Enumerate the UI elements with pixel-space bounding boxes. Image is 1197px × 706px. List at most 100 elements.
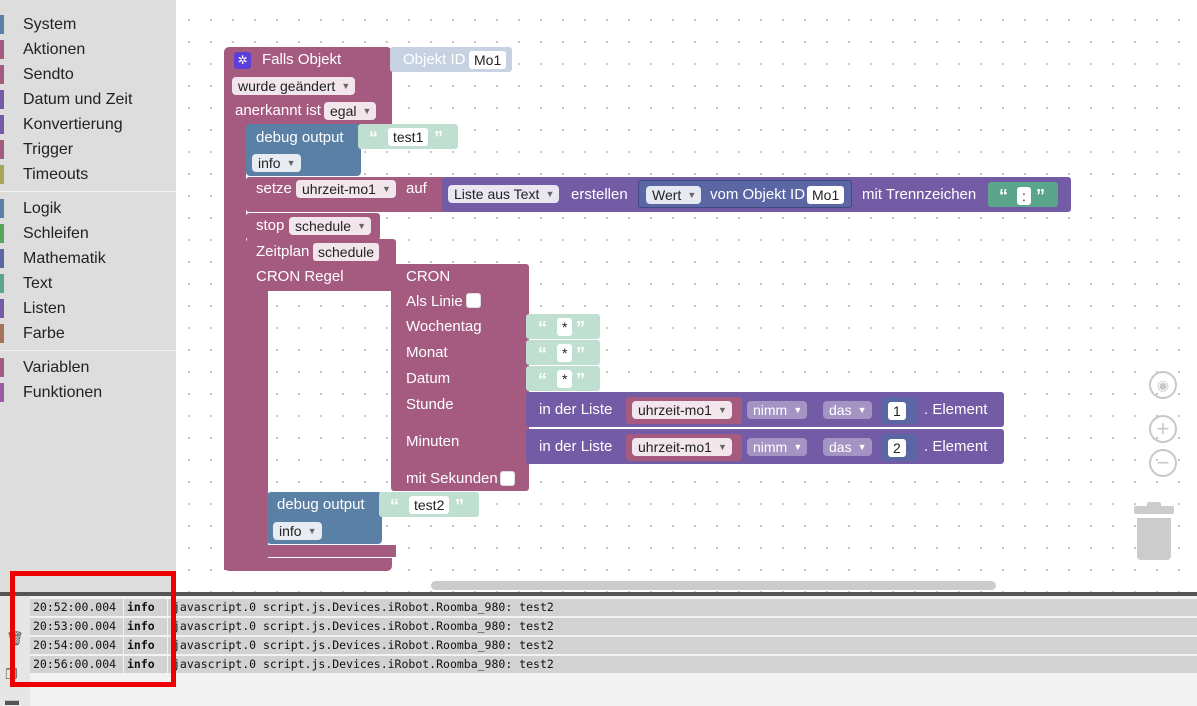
set-variable-dropdown[interactable]: uhrzeit-mo1 ▼ bbox=[296, 180, 396, 198]
ack-dropdown[interactable]: egal ▼ bbox=[324, 102, 377, 120]
toolbox-separator bbox=[0, 350, 176, 351]
list-var-dropdown-2[interactable]: uhrzeit-mo1 ▼ bbox=[632, 438, 732, 456]
toolbox-category[interactable]: Datum und Zeit bbox=[0, 87, 176, 112]
list-var-dropdown-1[interactable]: uhrzeit-mo1 ▼ bbox=[632, 401, 732, 419]
quote-open-icon: “ bbox=[538, 344, 547, 364]
toolbox-category[interactable]: Konvertierung bbox=[0, 112, 176, 137]
highlight-box bbox=[10, 571, 176, 687]
cron-rule-label: CRON Regel bbox=[256, 268, 344, 285]
quote-open-icon: “ bbox=[390, 496, 399, 516]
als-linie-label: Als Linie bbox=[406, 293, 463, 310]
quote-close-icon: ” bbox=[455, 496, 464, 516]
toolbox-category[interactable]: Logik bbox=[0, 196, 176, 221]
category-color-bar bbox=[0, 165, 4, 184]
mit-sekunden-checkbox[interactable] bbox=[500, 471, 515, 486]
category-label: Konvertierung bbox=[23, 116, 123, 133]
text-value-test1[interactable]: test1 bbox=[388, 128, 429, 146]
toolbox-category[interactable]: Mathematik bbox=[0, 246, 176, 271]
toolbox-category[interactable]: Text bbox=[0, 271, 176, 296]
debug-level-dropdown-1[interactable]: info ▼ bbox=[252, 154, 301, 172]
quote-open-icon: “ bbox=[999, 186, 1008, 206]
monat-value[interactable]: * bbox=[557, 344, 573, 362]
value-dropdown[interactable]: Wert ▼ bbox=[646, 186, 702, 204]
category-label: Funktionen bbox=[23, 384, 103, 401]
list-mode-dropdown-2[interactable]: nimm ▼ bbox=[747, 438, 808, 456]
trigger-block-spine bbox=[224, 120, 246, 570]
stunde-label: Stunde bbox=[406, 396, 454, 413]
category-label: Datum und Zeit bbox=[23, 91, 133, 108]
quote-close-icon: ” bbox=[576, 370, 585, 390]
horizontal-scrollbar[interactable] bbox=[431, 581, 996, 590]
category-color-bar bbox=[0, 274, 4, 293]
cron-title: CRON bbox=[406, 268, 451, 285]
stop-dropdown[interactable]: schedule ▼ bbox=[289, 217, 372, 235]
datum-value[interactable]: * bbox=[557, 370, 573, 388]
wochentag-value[interactable]: * bbox=[557, 318, 573, 336]
log-row[interactable]: 20:53:00.004 info javascript.0 script.js.D… bbox=[30, 618, 1197, 635]
toolbox-category[interactable]: Timeouts bbox=[0, 162, 176, 187]
log-panel: 🗑 ❐ ▬ 20:52:00.004 info javascript.0 scrip… bbox=[0, 596, 1197, 706]
category-label: Listen bbox=[23, 300, 66, 317]
toolbox-category[interactable]: Aktionen bbox=[0, 37, 176, 62]
category-color-bar bbox=[0, 40, 4, 59]
toolbox-category[interactable]: Funktionen bbox=[0, 380, 176, 405]
toolbox-category[interactable]: Variablen bbox=[0, 355, 176, 380]
category-color-bar bbox=[0, 324, 4, 343]
set-label: setze bbox=[256, 180, 292, 197]
debug-level-dropdown-2[interactable]: info ▼ bbox=[273, 522, 322, 540]
monat-label: Monat bbox=[406, 344, 448, 361]
separator-value[interactable]: : bbox=[1017, 187, 1031, 205]
zoom-in-icon[interactable]: + bbox=[1149, 415, 1177, 443]
datum-label: Datum bbox=[406, 370, 451, 387]
zoom-out-icon[interactable]: − bbox=[1149, 449, 1177, 477]
category-color-bar bbox=[0, 115, 4, 134]
toolbox-category[interactable]: Listen bbox=[0, 296, 176, 321]
quote-open-icon: “ bbox=[538, 318, 547, 338]
auf-label: auf bbox=[406, 180, 427, 197]
wochentag-label: Wochentag bbox=[406, 318, 482, 335]
menu-icon[interactable]: ▬ bbox=[5, 692, 19, 706]
log-row[interactable]: 20:56:00.004 info javascript.0 script.js.D… bbox=[30, 656, 1197, 673]
toolbox-category[interactable]: Trigger bbox=[0, 137, 176, 162]
from-object-id[interactable]: Mo1 bbox=[807, 186, 845, 204]
in-list-label-2: in der Liste bbox=[539, 438, 613, 455]
category-color-bar bbox=[0, 249, 4, 268]
list-from-text-dropdown[interactable]: Liste aus Text ▼ bbox=[448, 185, 560, 203]
index-value-1[interactable]: 1 bbox=[888, 402, 906, 420]
list-mode-dropdown-1[interactable]: nimm ▼ bbox=[747, 401, 808, 419]
category-label: Text bbox=[23, 275, 53, 292]
in-list-label-1: in der Liste bbox=[539, 401, 613, 418]
changed-dropdown[interactable]: wurde geändert ▼ bbox=[232, 77, 356, 95]
category-color-bar bbox=[0, 358, 4, 377]
gear-icon[interactable]: ✲ bbox=[234, 52, 251, 69]
index-value-2[interactable]: 2 bbox=[888, 439, 906, 457]
toolbox-category[interactable]: Farbe bbox=[0, 321, 176, 346]
category-label: System bbox=[23, 16, 77, 33]
category-color-bar bbox=[0, 383, 4, 402]
category-label: Sendto bbox=[23, 66, 74, 83]
toolbox: System Aktionen Sendto Datum und Zeit Konver… bbox=[0, 0, 176, 592]
element-label-1: . Element bbox=[924, 401, 988, 418]
debug-output-label-2: debug output bbox=[277, 496, 365, 513]
trigger-block-foot bbox=[224, 558, 392, 571]
category-label: Logik bbox=[23, 200, 62, 217]
toolbox-category[interactable]: Sendto bbox=[0, 62, 176, 87]
object-id-value[interactable]: Mo1 bbox=[469, 51, 507, 69]
log-row[interactable]: 20:54:00.004 info javascript.0 script.js.D… bbox=[30, 637, 1197, 654]
center-icon[interactable]: ◉ bbox=[1149, 371, 1177, 399]
schedule-label: Zeitplan bbox=[256, 243, 310, 260]
list-where-dropdown-2[interactable]: das ▼ bbox=[823, 438, 872, 456]
toolbox-category[interactable]: Schleifen bbox=[0, 221, 176, 246]
workspace[interactable]: ✲ Falls Objekt Objekt ID Mo1 wurde geänd… bbox=[176, 0, 1197, 592]
debug-output-label-1: debug output bbox=[256, 129, 344, 146]
text-value-test2[interactable]: test2 bbox=[409, 496, 450, 514]
category-color-bar bbox=[0, 140, 4, 159]
category-color-bar bbox=[0, 299, 4, 318]
toolbox-category[interactable]: System bbox=[0, 12, 176, 37]
list-where-dropdown-1[interactable]: das ▼ bbox=[823, 401, 872, 419]
quote-close-icon: ” bbox=[576, 344, 585, 364]
trash-icon[interactable] bbox=[1134, 502, 1174, 560]
schedule-name[interactable]: schedule bbox=[313, 243, 380, 261]
als-linie-checkbox[interactable] bbox=[466, 293, 481, 308]
log-row[interactable]: 20:52:00.004 info javascript.0 script.js.D… bbox=[30, 599, 1197, 616]
